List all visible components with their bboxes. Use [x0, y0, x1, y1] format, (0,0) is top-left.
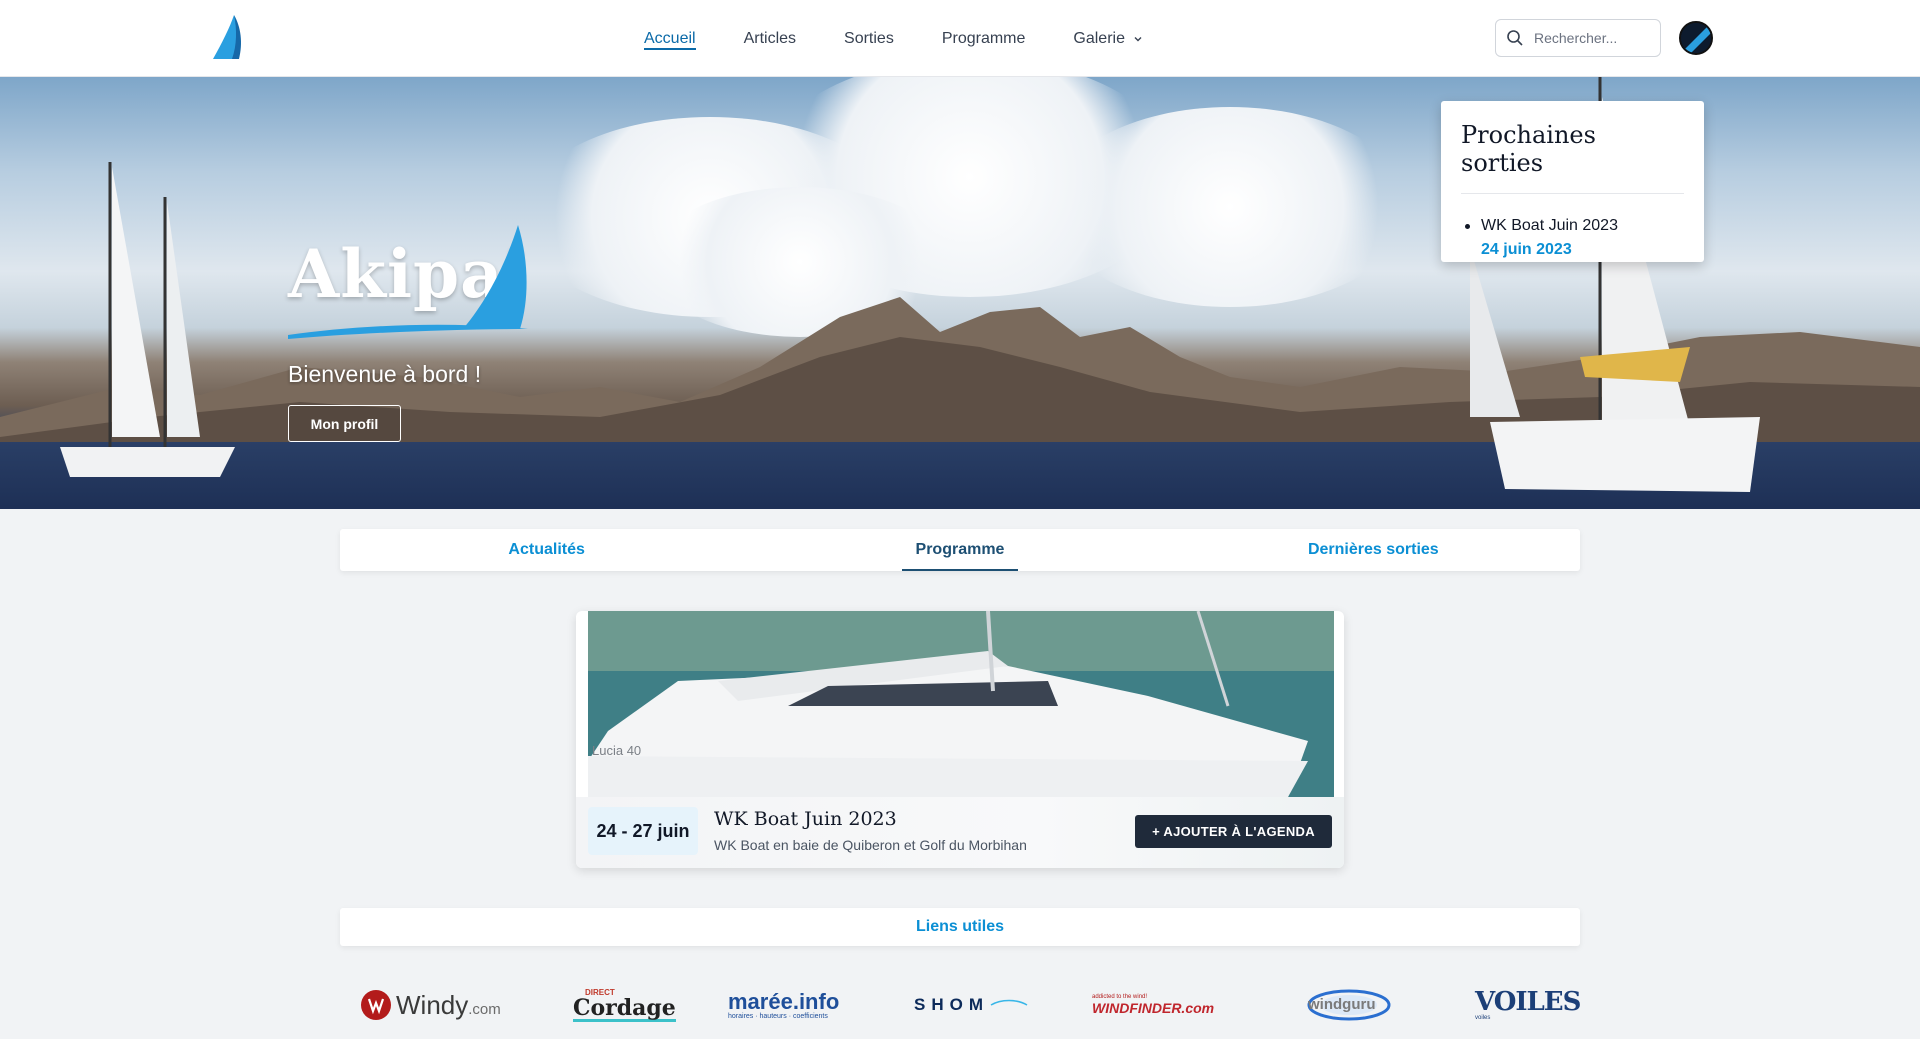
- voiles-link[interactable]: VOILES voiles: [1475, 980, 1581, 1030]
- shom-link[interactable]: SHOM: [914, 980, 1029, 1030]
- event-image: Lucia 40: [588, 611, 1334, 797]
- nav-label: Programme: [941, 29, 1026, 47]
- windy-link[interactable]: Windy .com: [360, 980, 501, 1030]
- nav-item-programme[interactable]: Programme: [918, 0, 1050, 77]
- chevron-down-icon: [1134, 36, 1142, 41]
- content-tabs: Actualités Programme Dernières sorties: [340, 529, 1580, 571]
- partner-logos: Windy .com DIRECT Cordage marée.info hor…: [340, 980, 1581, 1030]
- nav-active-underline: [644, 48, 696, 50]
- tab-programme[interactable]: Programme: [753, 529, 1166, 571]
- hero-welcome-text: Bienvenue à bord !: [288, 361, 482, 387]
- nav-label: Sorties: [844, 29, 894, 47]
- upcoming-outings-title: Prochaines sorties: [1461, 121, 1684, 194]
- windy-logo-icon: [361, 990, 391, 1020]
- voiles-small: voiles: [1475, 1015, 1491, 1021]
- add-to-calendar-button[interactable]: + AJOUTER À L'AGENDA: [1135, 815, 1332, 848]
- sailboat-left: [60, 162, 235, 477]
- tab-active-underline: [901, 569, 1018, 571]
- voiles-name: VOILES: [1475, 987, 1581, 1017]
- maree-tagline: horaires · hauteurs · coefficients: [728, 1012, 828, 1020]
- avatar-image: [1681, 23, 1711, 53]
- nav-item-accueil[interactable]: Accueil: [620, 0, 720, 77]
- nav-label: Galerie: [1073, 29, 1125, 47]
- nav-label: Articles: [743, 29, 797, 47]
- event-date-badge: 24 - 27 juin: [588, 807, 698, 855]
- windguru-link[interactable]: windguru: [1306, 980, 1392, 1030]
- shom-circle-icon: [990, 999, 1028, 1006]
- search-box[interactable]: [1495, 19, 1661, 57]
- shom-name: SHOM: [914, 995, 989, 1014]
- windguru-name: windguru: [1308, 996, 1376, 1013]
- cordage-link[interactable]: DIRECT Cordage: [573, 980, 676, 1030]
- outing-date[interactable]: 24 juin 2023: [1481, 238, 1684, 262]
- windfinder-name: WINDFINDER.com: [1092, 1000, 1215, 1016]
- useful-links-header: Liens utiles: [340, 908, 1580, 946]
- nav-item-articles[interactable]: Articles: [720, 0, 820, 77]
- outing-name[interactable]: WK Boat Juin 2023: [1481, 214, 1684, 238]
- maree-info-link[interactable]: marée.info horaires · hauteurs · coeffic…: [728, 980, 839, 1030]
- my-profile-button[interactable]: Mon profil: [288, 405, 401, 442]
- search-icon: [1507, 30, 1523, 46]
- tab-actualites[interactable]: Actualités: [340, 529, 753, 571]
- user-avatar[interactable]: [1679, 21, 1713, 55]
- upcoming-outings-card: Prochaines sorties WK Boat Juin 2023 24 …: [1441, 101, 1704, 262]
- sail-logo-icon[interactable]: [210, 13, 246, 61]
- windy-name: Windy: [396, 989, 469, 1020]
- nav-item-sorties[interactable]: Sorties: [820, 0, 918, 77]
- hero-brand-logo: Akipaj: [288, 225, 529, 339]
- upcoming-outing-item[interactable]: WK Boat Juin 2023 24 juin 2023: [1461, 214, 1684, 262]
- main-nav: Accueil Articles Sorties Programme Galer…: [620, 0, 1167, 77]
- tab-label: Programme: [915, 541, 1005, 558]
- tab-label: Dernières sorties: [1307, 541, 1439, 558]
- brand-sail-icon: [288, 225, 528, 339]
- windy-suffix: .com: [468, 1000, 501, 1018]
- event-card[interactable]: Lucia 40 24 - 27 juin WK Boat Juin 2023 …: [576, 611, 1344, 868]
- event-subtitle: WK Boat en baie de Quiberon et Golf du M…: [714, 837, 1027, 853]
- windfinder-link[interactable]: addicted to the wind! WINDFINDER.com: [1092, 980, 1214, 1030]
- maree-name: marée.info: [728, 988, 840, 1014]
- cordage-name: Cordage: [573, 995, 676, 1022]
- top-navbar: Accueil Articles Sorties Programme Galer…: [0, 0, 1920, 77]
- search-input[interactable]: [1534, 30, 1649, 46]
- nav-label: Accueil: [644, 29, 696, 47]
- nav-item-galerie[interactable]: Galerie: [1049, 0, 1167, 77]
- upcoming-outings-list: WK Boat Juin 2023 24 juin 2023: [1461, 214, 1684, 262]
- tab-dernieres-sorties[interactable]: Dernières sorties: [1167, 529, 1580, 571]
- catamaran-illustration: Lucia 40: [588, 611, 1334, 797]
- hull-text: Lucia 40: [592, 743, 641, 758]
- event-title[interactable]: WK Boat Juin 2023: [714, 808, 897, 830]
- tab-label: Actualités: [508, 541, 585, 558]
